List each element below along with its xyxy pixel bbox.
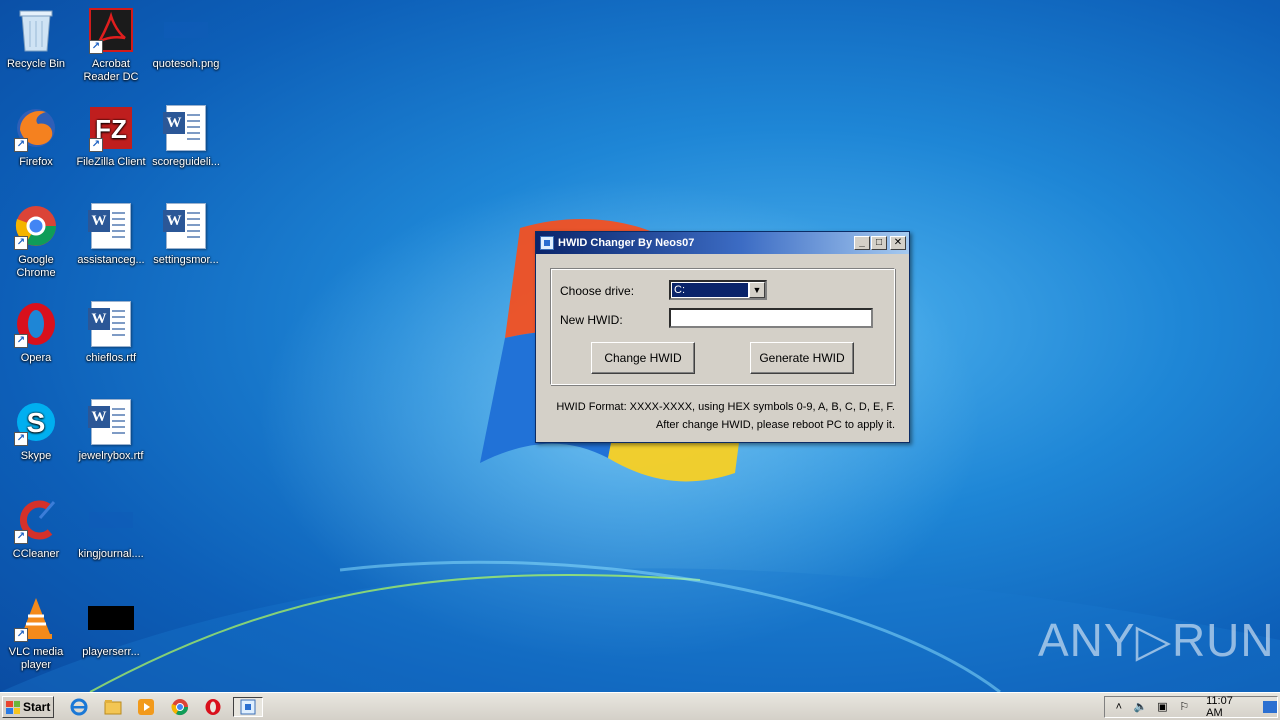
desktop-icon[interactable]: ↗ Opera xyxy=(0,300,73,365)
image-file-icon xyxy=(87,496,135,544)
desktop-icon-label: CCleaner xyxy=(12,548,60,560)
hwid-changer-window[interactable]: HWID Changer By Neos07 _ □ ✕ Choose driv… xyxy=(535,231,910,443)
taskbar: Start ˄ 🔈 ▣ ⚐ 11:07 AM xyxy=(0,692,1280,720)
desktop-icon[interactable]: S ↗ Skype xyxy=(0,398,73,463)
desktop-icon[interactable]: Wassistanceg... xyxy=(74,202,148,267)
shortcut-arrow-icon: ↗ xyxy=(14,236,28,250)
opera-icon: ↗ xyxy=(12,300,60,348)
anyrun-watermark: ANY▷RUN xyxy=(1038,614,1275,666)
maximize-button[interactable]: □ xyxy=(871,236,887,250)
opera-icon[interactable] xyxy=(202,697,224,717)
shortcut-arrow-icon: ↗ xyxy=(14,530,28,544)
windows-flag-icon xyxy=(6,700,20,714)
close-button[interactable]: ✕ xyxy=(890,236,906,250)
clock[interactable]: 11:07 AM xyxy=(1206,695,1251,719)
word-document-icon: W xyxy=(87,300,135,348)
firefox-icon: ↗ xyxy=(12,104,60,152)
desktop-icon-label: Skype xyxy=(20,450,52,462)
desktop-icon[interactable]: quotesoh.png xyxy=(149,6,223,71)
drive-select-value: C: xyxy=(672,283,748,297)
action-center-flag-icon[interactable]: ⚐ xyxy=(1176,700,1192,714)
window-titlebar[interactable]: HWID Changer By Neos07 _ □ ✕ xyxy=(536,232,909,254)
desktop-icon[interactable]: ↗ CCleaner xyxy=(0,496,73,561)
chevron-down-icon[interactable]: ▼ xyxy=(749,282,765,298)
shortcut-arrow-icon: ↗ xyxy=(14,432,28,446)
acrobat-icon: ↗ xyxy=(87,6,135,54)
network-icon[interactable]: ▣ xyxy=(1155,700,1171,714)
desktop-icon[interactable]: Recycle Bin xyxy=(0,6,73,71)
start-label: Start xyxy=(23,700,51,714)
desktop-icon[interactable]: FZ ↗ FileZilla Client xyxy=(74,104,148,169)
hwid-changer-taskbar-button[interactable] xyxy=(233,697,263,717)
speaker-icon[interactable]: 🔈 xyxy=(1133,700,1149,714)
app-icon xyxy=(540,236,554,250)
desktop-icon-label: settingsmor... xyxy=(153,254,219,266)
desktop-icon[interactable]: playerserr... xyxy=(74,594,148,659)
desktop-icon-label: Recycle Bin xyxy=(6,58,66,70)
chrome-icon[interactable] xyxy=(169,697,191,717)
generate-hwid-button[interactable]: Generate HWID xyxy=(750,342,854,374)
desktop-icon-label: scoreguideli... xyxy=(152,156,220,168)
system-tray: ˄ 🔈 ▣ ⚐ 11:07 AM xyxy=(1104,695,1278,719)
word-document-icon: W xyxy=(162,202,210,250)
desktop-icon[interactable]: ↗ Firefox xyxy=(0,104,73,169)
reboot-info: After change HWID, please reboot PC to a… xyxy=(655,419,895,431)
desktop-icon-label: Opera xyxy=(20,352,52,364)
desktop-icon-label: FileZilla Client xyxy=(76,156,146,168)
desktop-icon-label: Acrobat Reader DC xyxy=(83,58,139,83)
shortcut-arrow-icon: ↗ xyxy=(89,40,103,54)
desktop-icon-label: assistanceg... xyxy=(77,254,145,266)
desktop-icon-label: kingjournal.... xyxy=(78,548,144,560)
file-explorer-icon[interactable] xyxy=(102,697,124,717)
minimize-button[interactable]: _ xyxy=(854,236,870,250)
image-file-icon xyxy=(162,6,210,54)
shortcut-arrow-icon: ↗ xyxy=(14,628,28,642)
svg-text:S: S xyxy=(27,407,46,438)
start-button[interactable]: Start xyxy=(2,696,54,718)
desktop-icon[interactable]: Wscoreguideli... xyxy=(149,104,223,169)
show-desktop-icon[interactable] xyxy=(1263,701,1277,713)
internet-explorer-icon[interactable] xyxy=(68,697,90,717)
desktop-icon-label: Firefox xyxy=(19,156,53,168)
desktop-icon[interactable]: ↗ VLC media player xyxy=(0,594,73,672)
desktop-icon[interactable]: kingjournal.... xyxy=(74,496,148,561)
drive-select[interactable]: C: ▼ xyxy=(669,280,767,300)
vlc-icon: ↗ xyxy=(12,594,60,642)
desktop-icon[interactable]: ↗ Google Chrome xyxy=(0,202,73,280)
media-player-icon[interactable] xyxy=(135,697,157,717)
desktop-icon[interactable]: Wchieflos.rtf xyxy=(74,300,148,365)
shortcut-arrow-icon: ↗ xyxy=(89,138,103,152)
new-hwid-label: New HWID: xyxy=(560,313,623,327)
window-title: HWID Changer By Neos07 xyxy=(558,237,695,249)
chevron-up-icon[interactable]: ˄ xyxy=(1111,700,1127,714)
desktop-icon[interactable]: ↗ Acrobat Reader DC xyxy=(74,6,148,84)
filezilla-icon: FZ ↗ xyxy=(87,104,135,152)
new-hwid-input[interactable] xyxy=(669,308,873,328)
shortcut-arrow-icon: ↗ xyxy=(14,334,28,348)
word-document-icon: W xyxy=(87,398,135,446)
desktop-icon-label: quotesoh.png xyxy=(152,58,220,70)
choose-drive-label: Choose drive: xyxy=(560,284,635,298)
word-document-icon: W xyxy=(87,202,135,250)
desktop-icon-label: VLC media player xyxy=(8,646,64,671)
image-file-icon xyxy=(87,594,135,642)
desktop-icon[interactable]: Wjewelrybox.rtf xyxy=(74,398,148,463)
skype-icon: S ↗ xyxy=(12,398,60,446)
ccleaner-icon: ↗ xyxy=(12,496,60,544)
word-document-icon: W xyxy=(162,104,210,152)
desktop-icon-label: Google Chrome xyxy=(16,254,56,279)
desktop-icon-label: chieflos.rtf xyxy=(85,352,137,364)
change-hwid-button[interactable]: Change HWID xyxy=(591,342,695,374)
shortcut-arrow-icon: ↗ xyxy=(14,138,28,152)
desktop-icon-label: jewelrybox.rtf xyxy=(78,450,144,462)
recycle-bin-icon xyxy=(12,6,60,54)
desktop-icon[interactable]: Wsettingsmor... xyxy=(149,202,223,267)
desktop-icon-label: playerserr... xyxy=(82,646,140,658)
chrome-icon: ↗ xyxy=(12,202,60,250)
hwid-format-info: HWID Format: XXXX-XXXX, using HEX symbol… xyxy=(556,401,895,413)
